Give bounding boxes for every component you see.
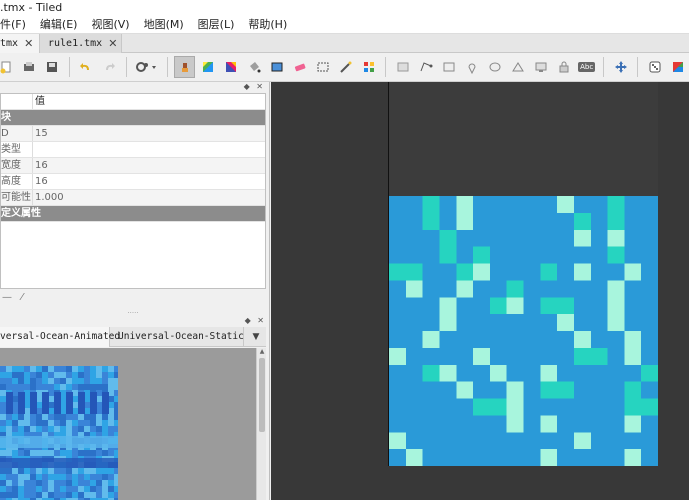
rect-select-icon[interactable] (312, 56, 333, 78)
scrollbar-thumb[interactable] (259, 358, 265, 432)
tileset-view[interactable] (0, 348, 256, 500)
move-icon[interactable] (610, 56, 631, 78)
scroll-up-icon[interactable]: ▲ (257, 348, 267, 356)
tile-layer[interactable] (389, 196, 658, 466)
eraser-icon[interactable] (289, 56, 310, 78)
menu-help[interactable]: 帮助(H) (248, 16, 287, 33)
insert-text-icon[interactable]: Abc (576, 56, 597, 78)
undo-icon[interactable] (76, 56, 97, 78)
dock-header-buttons[interactable]: ◆ ✕ (0, 316, 270, 327)
select-same-tile-icon[interactable] (358, 56, 379, 78)
wang-fill-mode-icon[interactable] (667, 56, 688, 78)
map-view[interactable] (271, 82, 689, 500)
tab-label: tmx (0, 37, 19, 49)
stamp-brush-icon[interactable] (174, 56, 196, 78)
property-row-height[interactable]: 高度 16 (1, 174, 265, 190)
insert-point-icon[interactable] (461, 56, 482, 78)
menu-bar: 件(F) 编辑(E) 视图(V) 地图(M) 图层(L) 帮助(H) (0, 16, 689, 34)
menu-layer[interactable]: 图层(L) (198, 16, 235, 33)
property-row-width[interactable]: 宽度 16 (1, 158, 265, 174)
select-objects-icon[interactable] (392, 56, 413, 78)
window-title: .tmx - Tiled (0, 0, 689, 16)
rename-property-icon[interactable]: ⁄ (21, 292, 23, 303)
tab-current-map[interactable]: tmx ✕ (0, 34, 40, 53)
main-toolbar: Abc (0, 53, 689, 82)
open-icon[interactable] (19, 56, 40, 78)
dock-header-buttons[interactable]: ◆ ✕ (0, 82, 269, 93)
redo-icon[interactable] (99, 56, 120, 78)
property-group-custom[interactable]: 定义属性 (1, 206, 265, 222)
terrain-brush-icon[interactable] (197, 56, 218, 78)
remove-property-icon[interactable]: — (2, 292, 12, 303)
magic-wand-icon[interactable] (335, 56, 356, 78)
property-row-id[interactable]: D 15 (1, 126, 265, 142)
property-row-type[interactable]: 类型 (1, 142, 265, 158)
properties-header-row: 值 (1, 94, 265, 110)
tab-ocean-animated[interactable]: versal-Ocean-Animated (0, 327, 120, 347)
insert-polygon-icon[interactable] (507, 56, 528, 78)
bucket-fill-icon[interactable] (243, 56, 264, 78)
new-file-icon[interactable] (0, 56, 17, 78)
property-group-tile[interactable]: 块 (1, 110, 265, 126)
tab-rule1[interactable]: rule1.tmx ✕ (40, 34, 122, 53)
insert-rectangle-icon[interactable] (438, 56, 459, 78)
properties-table: 值 块 D 15 类型 宽度 16 高度 16 可能性 1.000 定义属性 (0, 93, 266, 289)
menu-edit[interactable]: 编辑(E) (40, 16, 78, 33)
tab-ocean-static[interactable]: Universal-Ocean-Static (110, 327, 244, 347)
settings-dropdown-icon[interactable] (133, 56, 162, 78)
random-mode-icon[interactable] (644, 56, 665, 78)
value-column-header: 值 (35, 96, 45, 107)
insert-ellipse-icon[interactable] (484, 56, 505, 78)
document-tabs: tmx ✕ rule1.tmx ✕ (0, 34, 689, 53)
property-buttons: — ⁄ (0, 292, 266, 306)
wang-brush-icon[interactable] (220, 56, 241, 78)
insert-tile-icon[interactable] (530, 56, 551, 78)
tileset-image[interactable] (0, 366, 118, 500)
splitter-handle[interactable]: ..... (0, 308, 266, 316)
close-icon[interactable]: ✕ (108, 35, 117, 53)
close-icon[interactable]: ✕ (24, 35, 33, 53)
tileset-scrollbar[interactable]: ▲ (256, 348, 266, 500)
property-row-probability[interactable]: 可能性 1.000 (1, 190, 265, 206)
tab-label: rule1.tmx (48, 37, 103, 49)
menu-file[interactable]: 件(F) (0, 16, 26, 33)
shape-fill-icon[interactable] (266, 56, 287, 78)
edit-polygons-icon[interactable] (415, 56, 436, 78)
chevron-down-icon[interactable]: ▼ (246, 327, 266, 346)
insert-template-icon[interactable] (553, 56, 574, 78)
menu-map[interactable]: 地图(M) (144, 16, 184, 33)
save-icon[interactable] (42, 56, 63, 78)
menu-view[interactable]: 视图(V) (91, 16, 129, 33)
tileset-tabs: versal-Ocean-Animated Universal-Ocean-St… (0, 327, 266, 347)
